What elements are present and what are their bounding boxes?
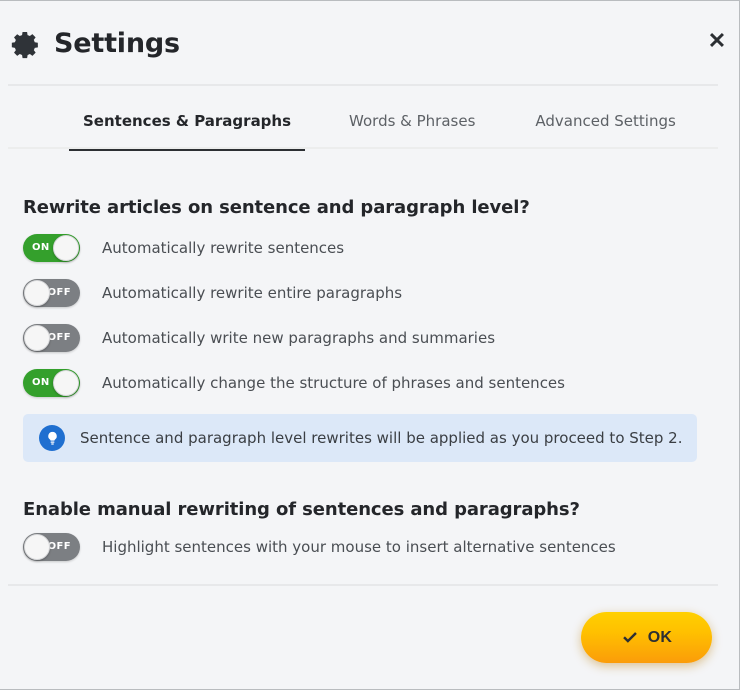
toggle-state-label: OFF: [47, 287, 71, 298]
section-title-rewrite-articles: Rewrite articles on sentence and paragra…: [23, 197, 530, 218]
tab-bar: Sentences & Paragraphs Words & Phrases A…: [8, 94, 718, 151]
info-notice-text: Sentence and paragraph level rewrites wi…: [80, 429, 683, 447]
tab-label: Words & Phrases: [349, 111, 476, 130]
setting-row-auto-rewrite-paragraphs: OFF Automatically rewrite entire paragra…: [23, 279, 402, 307]
setting-row-auto-change-structure: ON Automatically change the structure of…: [23, 369, 565, 397]
lightbulb-icon: [39, 425, 65, 451]
tab-bar-underline: [8, 147, 718, 149]
toggle-knob: [24, 325, 50, 351]
toggle-knob: [24, 280, 50, 306]
toggle-state-label: ON: [32, 377, 50, 388]
toggle-knob: [24, 534, 50, 560]
setting-label: Automatically rewrite sentences: [102, 239, 345, 257]
dialog-content: Rewrite articles on sentence and paragra…: [0, 151, 723, 689]
toggle-state-label: OFF: [47, 541, 71, 552]
gear-icon: [8, 28, 42, 62]
toggle-state-label: ON: [32, 242, 50, 253]
setting-row-highlight-sentences: OFF Highlight sentences with your mouse …: [23, 533, 616, 561]
toggle-knob: [53, 370, 79, 396]
toggle-auto-change-structure[interactable]: ON: [23, 369, 80, 397]
tab-advanced-settings[interactable]: Advanced Settings: [521, 94, 689, 147]
tab-sentences-and-paragraphs[interactable]: Sentences & Paragraphs: [69, 94, 306, 151]
toggle-highlight-sentences[interactable]: OFF: [23, 533, 80, 561]
toggle-auto-rewrite-sentences[interactable]: ON: [23, 234, 80, 262]
setting-label: Automatically change the structure of ph…: [102, 374, 565, 392]
close-icon[interactable]: ✕: [703, 27, 731, 55]
header-divider: [8, 84, 718, 86]
toggle-auto-rewrite-paragraphs[interactable]: OFF: [23, 279, 80, 307]
footer-divider: [8, 584, 718, 586]
info-notice: Sentence and paragraph level rewrites wi…: [23, 414, 697, 462]
toggle-state-label: OFF: [47, 332, 71, 343]
setting-label: Highlight sentences with your mouse to i…: [102, 538, 616, 556]
tab-label: Sentences & Paragraphs: [83, 111, 292, 130]
section-title-manual-rewriting: Enable manual rewriting of sentences and…: [23, 499, 580, 520]
dialog-header: Settings: [0, 2, 723, 84]
ok-button-label: OK: [647, 628, 673, 646]
settings-dialog: Settings ✕ Sentences & Paragraphs Words …: [0, 0, 740, 690]
toggle-knob: [53, 235, 79, 261]
setting-row-auto-write-new-paragraphs: OFF Automatically write new paragraphs a…: [23, 324, 495, 352]
setting-row-auto-rewrite-sentences: ON Automatically rewrite sentences: [23, 234, 344, 262]
setting-label: Automatically rewrite entire paragraphs: [102, 284, 403, 302]
tab-words-and-phrases[interactable]: Words & Phrases: [335, 94, 489, 147]
toggle-auto-write-new-paragraphs[interactable]: OFF: [23, 324, 80, 352]
check-icon: [621, 629, 639, 647]
setting-label: Automatically write new paragraphs and s…: [102, 329, 496, 347]
tab-label: Advanced Settings: [535, 111, 676, 130]
page-title: Settings: [54, 27, 180, 59]
ok-button[interactable]: OK: [581, 612, 712, 663]
